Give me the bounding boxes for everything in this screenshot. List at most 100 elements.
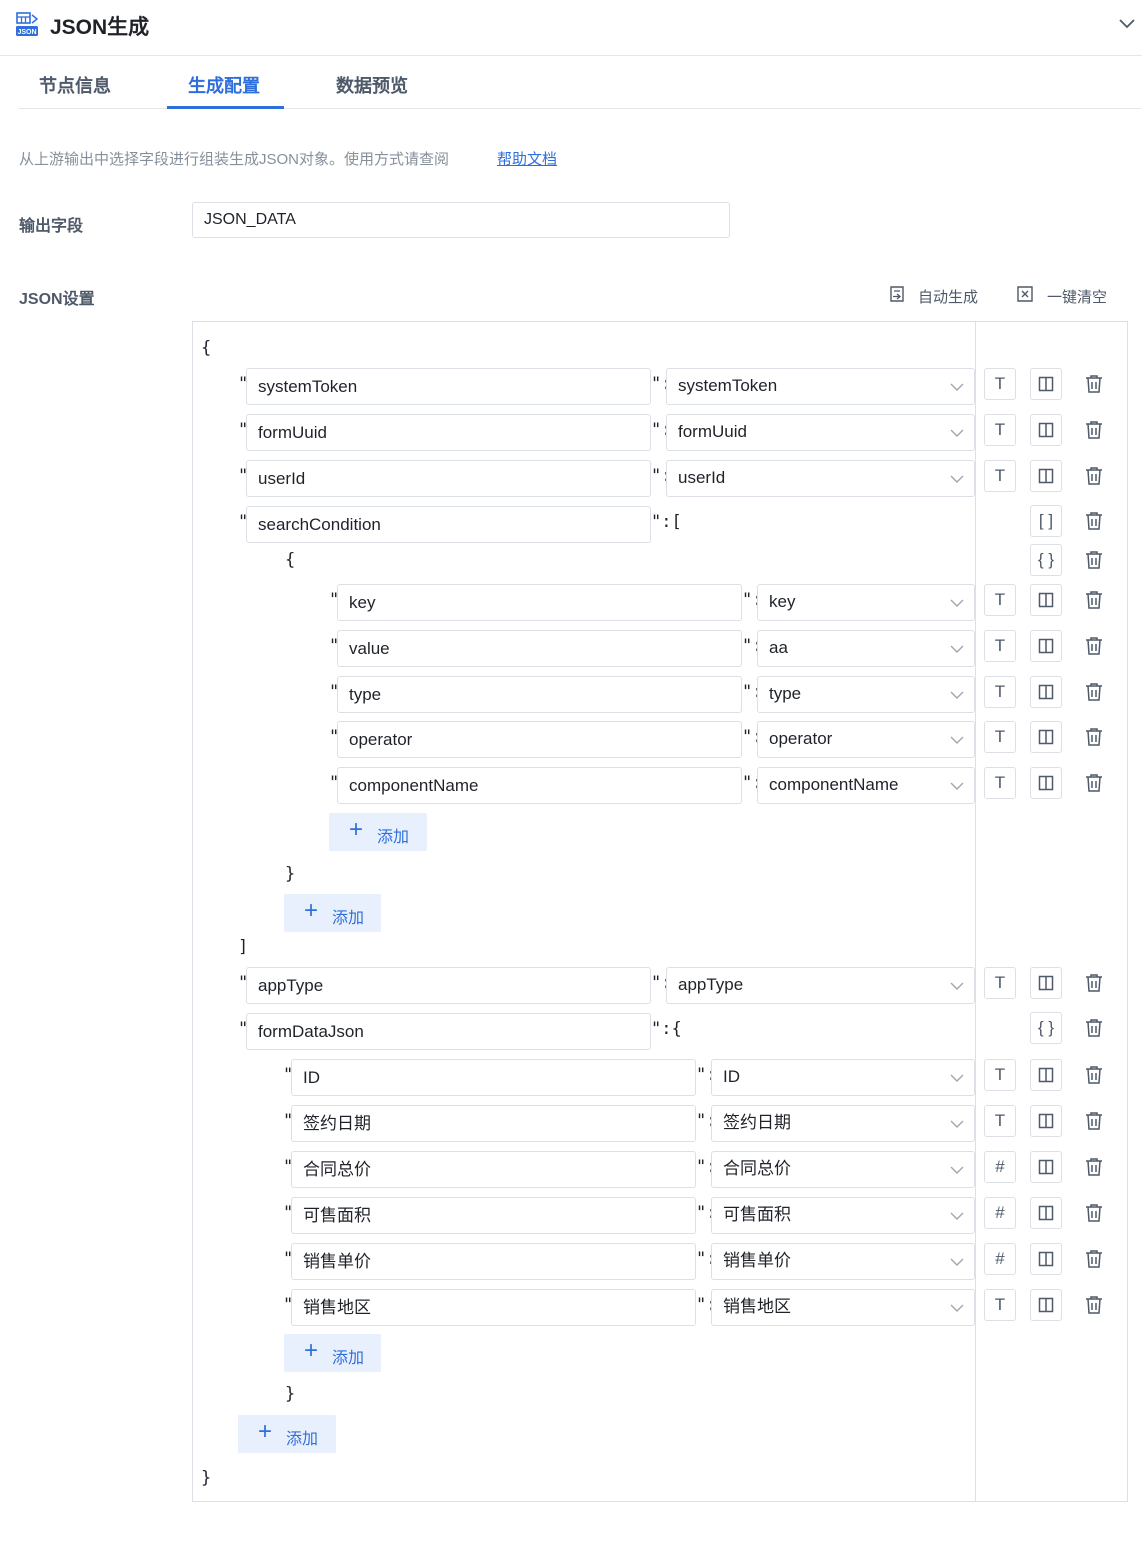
value-field-select[interactable]: userId: [666, 460, 975, 497]
value-field-select[interactable]: 销售地区: [711, 1289, 975, 1326]
array-type-button[interactable]: [ ]: [1030, 505, 1062, 537]
column-view-icon: [1038, 1205, 1054, 1221]
text-type-button[interactable]: T: [984, 460, 1016, 492]
json-key-input[interactable]: appType: [246, 967, 651, 1004]
json-key-input[interactable]: 可售面积: [291, 1197, 696, 1234]
help-doc-link[interactable]: 帮助文档: [497, 148, 557, 169]
json-key-input[interactable]: 销售地区: [291, 1289, 696, 1326]
add-item-button[interactable]: + 添加: [284, 894, 381, 932]
json-key-input[interactable]: formUuid: [246, 414, 651, 451]
value-field-select[interactable]: type: [757, 676, 975, 713]
column-view-button[interactable]: [1030, 1059, 1062, 1091]
column-view-button[interactable]: [1030, 967, 1062, 999]
delete-icon[interactable]: [1083, 510, 1105, 532]
add-field-button[interactable]: + 添加: [284, 1334, 381, 1372]
column-view-button[interactable]: [1030, 721, 1062, 753]
json-key-input[interactable]: componentName: [337, 767, 742, 804]
column-view-button[interactable]: [1030, 460, 1062, 492]
value-field-select[interactable]: ID: [711, 1059, 975, 1096]
text-type-button[interactable]: T: [984, 767, 1016, 799]
column-view-button[interactable]: [1030, 1243, 1062, 1275]
editor-actions-divider: [975, 321, 976, 1502]
json-key-input[interactable]: searchCondition: [246, 506, 651, 543]
value-field-select[interactable]: systemToken: [666, 368, 975, 405]
text-type-button[interactable]: T: [984, 721, 1016, 753]
description-text: 从上游输出中选择字段进行组装生成JSON对象。使用方式请查阅: [19, 151, 450, 168]
json-key-input[interactable]: operator: [337, 721, 742, 758]
value-field-select[interactable]: key: [757, 584, 975, 621]
json-key-input[interactable]: formDataJson: [246, 1013, 651, 1050]
delete-icon[interactable]: [1083, 635, 1105, 657]
delete-icon[interactable]: [1083, 589, 1105, 611]
delete-icon[interactable]: [1083, 1110, 1105, 1132]
text-type-button[interactable]: T: [984, 1059, 1016, 1091]
column-view-button[interactable]: [1030, 414, 1062, 446]
column-view-button[interactable]: [1030, 584, 1062, 616]
value-field-select[interactable]: 可售面积: [711, 1197, 975, 1234]
json-key-input[interactable]: 合同总价: [291, 1151, 696, 1188]
delete-icon[interactable]: [1083, 373, 1105, 395]
json-key-input[interactable]: type: [337, 676, 742, 713]
object-type-button[interactable]: { }: [1030, 1012, 1062, 1044]
column-view-button[interactable]: [1030, 676, 1062, 708]
tab-node-info[interactable]: 节点信息: [39, 72, 111, 98]
column-view-button[interactable]: [1030, 1151, 1062, 1183]
json-key-input[interactable]: value: [337, 630, 742, 667]
column-view-button[interactable]: [1030, 368, 1062, 400]
delete-icon[interactable]: [1083, 972, 1105, 994]
tab-generate-config[interactable]: 生成配置: [188, 72, 260, 98]
delete-icon[interactable]: [1083, 1248, 1105, 1270]
plus-icon: +: [258, 1418, 273, 1445]
column-view-button[interactable]: [1030, 767, 1062, 799]
delete-icon[interactable]: [1083, 681, 1105, 703]
delete-icon[interactable]: [1083, 726, 1105, 748]
clear-all-button[interactable]: 一键清空: [1016, 286, 1116, 306]
delete-icon[interactable]: [1083, 465, 1105, 487]
json-key-input[interactable]: key: [337, 584, 742, 621]
value-field-select[interactable]: appType: [666, 967, 975, 1004]
number-type-button[interactable]: #: [984, 1151, 1016, 1183]
tab-data-preview[interactable]: 数据预览: [336, 72, 408, 98]
value-field-select[interactable]: 签约日期: [711, 1105, 975, 1142]
delete-icon[interactable]: [1083, 1064, 1105, 1086]
delete-icon[interactable]: [1083, 549, 1105, 571]
value-field-select[interactable]: formUuid: [666, 414, 975, 451]
column-view-button[interactable]: [1030, 1105, 1062, 1137]
number-type-button[interactable]: #: [984, 1243, 1016, 1275]
value-field-select[interactable]: aa: [757, 630, 975, 667]
text-type-button[interactable]: T: [984, 676, 1016, 708]
text-type-button[interactable]: T: [984, 584, 1016, 616]
text-type-button[interactable]: T: [984, 414, 1016, 446]
value-field-select[interactable]: 合同总价: [711, 1151, 975, 1188]
add-root-field-button[interactable]: + 添加: [238, 1415, 336, 1453]
add-label: 添加: [332, 910, 365, 927]
output-field-input[interactable]: JSON_DATA: [192, 202, 730, 238]
column-view-button[interactable]: [1030, 1197, 1062, 1229]
json-key-input[interactable]: 销售单价: [291, 1243, 696, 1280]
add-field-button[interactable]: + 添加: [329, 813, 427, 851]
value-field-select[interactable]: operator: [757, 721, 975, 758]
value-field-select[interactable]: 销售单价: [711, 1243, 975, 1280]
chevron-down-icon[interactable]: [1118, 16, 1136, 32]
delete-icon[interactable]: [1083, 772, 1105, 794]
auto-generate-button[interactable]: 自动生成: [888, 286, 988, 306]
number-type-button[interactable]: #: [984, 1197, 1016, 1229]
column-view-button[interactable]: [1030, 1289, 1062, 1321]
json-key-input[interactable]: userId: [246, 460, 651, 497]
delete-icon[interactable]: [1083, 1294, 1105, 1316]
delete-icon[interactable]: [1083, 1202, 1105, 1224]
json-key-input[interactable]: systemToken: [246, 368, 651, 405]
text-type-button[interactable]: T: [984, 630, 1016, 662]
text-type-button[interactable]: T: [984, 1105, 1016, 1137]
column-view-button[interactable]: [1030, 630, 1062, 662]
delete-icon[interactable]: [1083, 1156, 1105, 1178]
text-type-button[interactable]: T: [984, 1289, 1016, 1321]
json-key-input[interactable]: ID: [291, 1059, 696, 1096]
delete-icon[interactable]: [1083, 1017, 1105, 1039]
value-field-select[interactable]: componentName: [757, 767, 975, 804]
text-type-button[interactable]: T: [984, 368, 1016, 400]
text-type-button[interactable]: T: [984, 967, 1016, 999]
delete-icon[interactable]: [1083, 419, 1105, 441]
json-key-input[interactable]: 签约日期: [291, 1105, 696, 1142]
object-type-button[interactable]: { }: [1030, 544, 1062, 576]
